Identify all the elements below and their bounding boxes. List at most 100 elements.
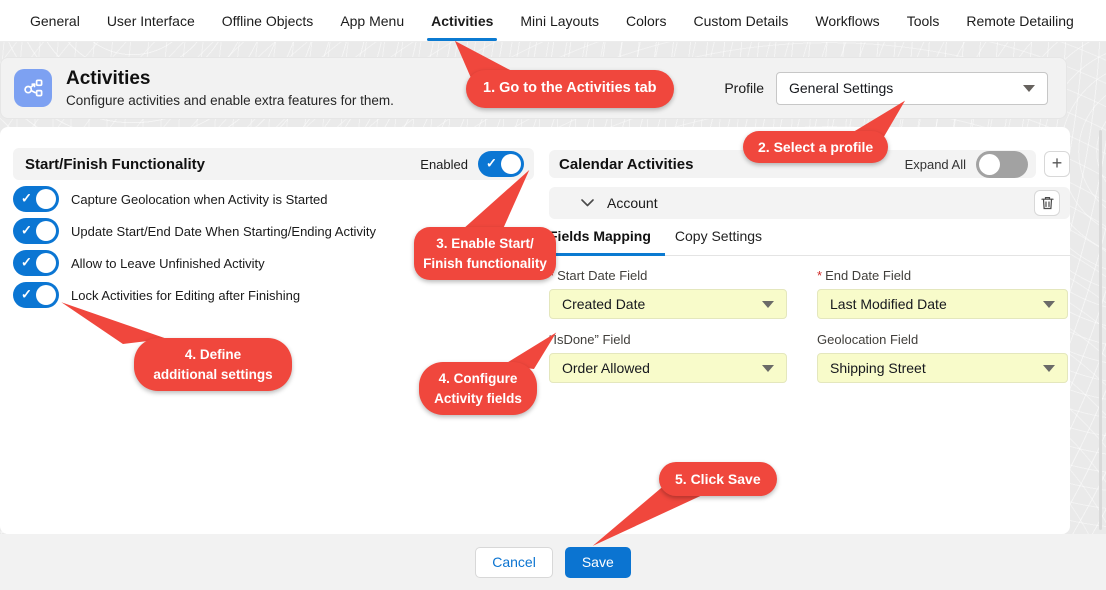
toggle-label: Lock Activities for Editing after Finish… (71, 288, 300, 303)
tab-tools[interactable]: Tools (907, 0, 940, 42)
callout-text: Activity fields (434, 389, 522, 409)
tab-activities[interactable]: Activities (431, 0, 493, 42)
tab-offline-objects[interactable]: Offline Objects (222, 0, 314, 42)
toggle-knob (36, 285, 56, 305)
toggle-label: Allow to Leave Unfinished Activity (71, 256, 265, 271)
tab-custom-details[interactable]: Custom Details (693, 0, 788, 42)
toggle-row: ✓ Capture Geolocation when Activity is S… (13, 186, 534, 212)
lock-activities-toggle[interactable]: ✓ (13, 282, 59, 308)
plus-icon: + (1052, 154, 1063, 172)
callout-step-1: 1. Go to the Activities tab (466, 70, 674, 108)
check-icon: ✓ (21, 254, 32, 270)
activities-app-icon (14, 69, 52, 107)
expand-all-toggle[interactable] (976, 151, 1028, 178)
start-finish-title: Start/Finish Functionality (25, 156, 205, 173)
chevron-down-icon (1023, 85, 1035, 92)
enabled-toggle[interactable]: ✓ (478, 151, 524, 177)
callout-text: 4. Define (185, 345, 241, 365)
account-object-row[interactable]: Account (549, 187, 1070, 219)
chevron-down-icon (1043, 365, 1055, 372)
select-value: Order Allowed (562, 360, 650, 376)
tab-workflows[interactable]: Workflows (815, 0, 879, 42)
share-hierarchy-icon (21, 76, 45, 100)
toggle-label: Update Start/End Date When Starting/Endi… (71, 224, 376, 239)
allow-leave-unfinished-toggle[interactable]: ✓ (13, 250, 59, 276)
profile-label: Profile (724, 80, 764, 96)
field-end-date: *End Date Field Last Modified Date (817, 268, 1068, 319)
profile-select-value: General Settings (789, 80, 893, 96)
toggle-knob (36, 253, 56, 273)
fields-mapping-grid: *Start Date Field Created Date *End Date… (549, 268, 1070, 383)
delete-object-button[interactable] (1034, 190, 1060, 216)
toggle-knob (979, 154, 1000, 175)
calendar-activities-title: Calendar Activities (559, 156, 694, 173)
callout-text: 1. Go to the Activities tab (483, 78, 657, 99)
tab-colors[interactable]: Colors (626, 0, 666, 42)
toggle-label: Capture Geolocation when Activity is Sta… (71, 192, 328, 207)
required-marker: * (817, 268, 822, 283)
select-value: Shipping Street (830, 360, 926, 376)
tab-mini-layouts[interactable]: Mini Layouts (520, 0, 599, 42)
footer-action-bar: Cancel Save (0, 534, 1106, 590)
toggle-knob (36, 221, 56, 241)
object-name: Account (607, 195, 1034, 211)
chevron-down-icon (762, 301, 774, 308)
expand-all-group: Expand All (905, 151, 1028, 178)
callout-text: 2. Select a profile (758, 137, 873, 157)
toggle-knob (501, 154, 521, 174)
update-start-end-toggle[interactable]: ✓ (13, 218, 59, 244)
chevron-down-icon (762, 365, 774, 372)
field-start-date: *Start Date Field Created Date (549, 268, 787, 319)
callout-text: 3. Enable Start/ (436, 234, 534, 254)
save-button[interactable]: Save (565, 547, 631, 578)
start-date-field-select[interactable]: Created Date (549, 289, 787, 319)
field-label: *Start Date Field (549, 268, 787, 283)
tab-remote-detailing[interactable]: Remote Detailing (966, 0, 1073, 42)
callout-text: Finish functionality (423, 254, 547, 274)
select-value: Created Date (562, 296, 645, 312)
field-geolocation: Geolocation Field Shipping Street (817, 332, 1068, 383)
trash-icon (1041, 196, 1054, 210)
tab-general[interactable]: General (30, 0, 80, 42)
capture-geolocation-toggle[interactable]: ✓ (13, 186, 59, 212)
callout-step-4-configure: 4. Configure Activity fields (419, 362, 537, 415)
tab-app-menu[interactable]: App Menu (340, 0, 404, 42)
chevron-down-icon (1043, 301, 1055, 308)
expand-all-label: Expand All (905, 157, 966, 172)
calendar-activities-section: Calendar Activities Expand All + Acc (549, 150, 1070, 383)
geolocation-field-select[interactable]: Shipping Street (817, 353, 1068, 383)
field-isdone: “IsDone” Field Order Allowed (549, 332, 787, 383)
end-date-field-select[interactable]: Last Modified Date (817, 289, 1068, 319)
scrollbar[interactable] (1099, 130, 1102, 530)
chevron-down-icon[interactable] (581, 199, 594, 207)
cancel-button[interactable]: Cancel (475, 547, 553, 578)
callout-step-2: 2. Select a profile (743, 131, 888, 163)
tab-user-interface[interactable]: User Interface (107, 0, 195, 42)
isdone-field-select[interactable]: Order Allowed (549, 353, 787, 383)
page-background: Activities Configure activities and enab… (0, 42, 1106, 590)
subtab-copy-settings[interactable]: Copy Settings (675, 228, 762, 255)
enabled-group: Enabled ✓ (420, 151, 524, 177)
check-icon: ✓ (21, 222, 32, 238)
check-icon: ✓ (21, 190, 32, 206)
add-object-button[interactable]: + (1044, 151, 1070, 177)
check-icon: ✓ (486, 155, 497, 171)
toggle-knob (36, 189, 56, 209)
callout-step-5: 5. Click Save (659, 462, 777, 496)
field-label: Geolocation Field (817, 332, 1068, 347)
callout-text: 4. Configure (439, 369, 518, 389)
profile-select[interactable]: General Settings (776, 72, 1048, 105)
settings-tab-bar: General User Interface Offline Objects A… (0, 0, 1106, 42)
callout-text: 5. Click Save (675, 469, 761, 489)
object-subtabs: Fields Mapping Copy Settings (549, 228, 1070, 256)
field-label: “IsDone” Field (549, 332, 787, 347)
profile-row: Profile General Settings (724, 72, 1048, 105)
start-finish-header: Start/Finish Functionality Enabled ✓ (13, 148, 534, 180)
check-icon: ✓ (21, 286, 32, 302)
select-value: Last Modified Date (830, 296, 947, 312)
enabled-label: Enabled (420, 157, 468, 172)
toggle-row: ✓ Lock Activities for Editing after Fini… (13, 282, 534, 308)
callout-text: additional settings (153, 365, 272, 385)
callout-step-4: 4. Define additional settings (134, 338, 292, 391)
subtab-fields-mapping[interactable]: Fields Mapping (549, 228, 651, 255)
